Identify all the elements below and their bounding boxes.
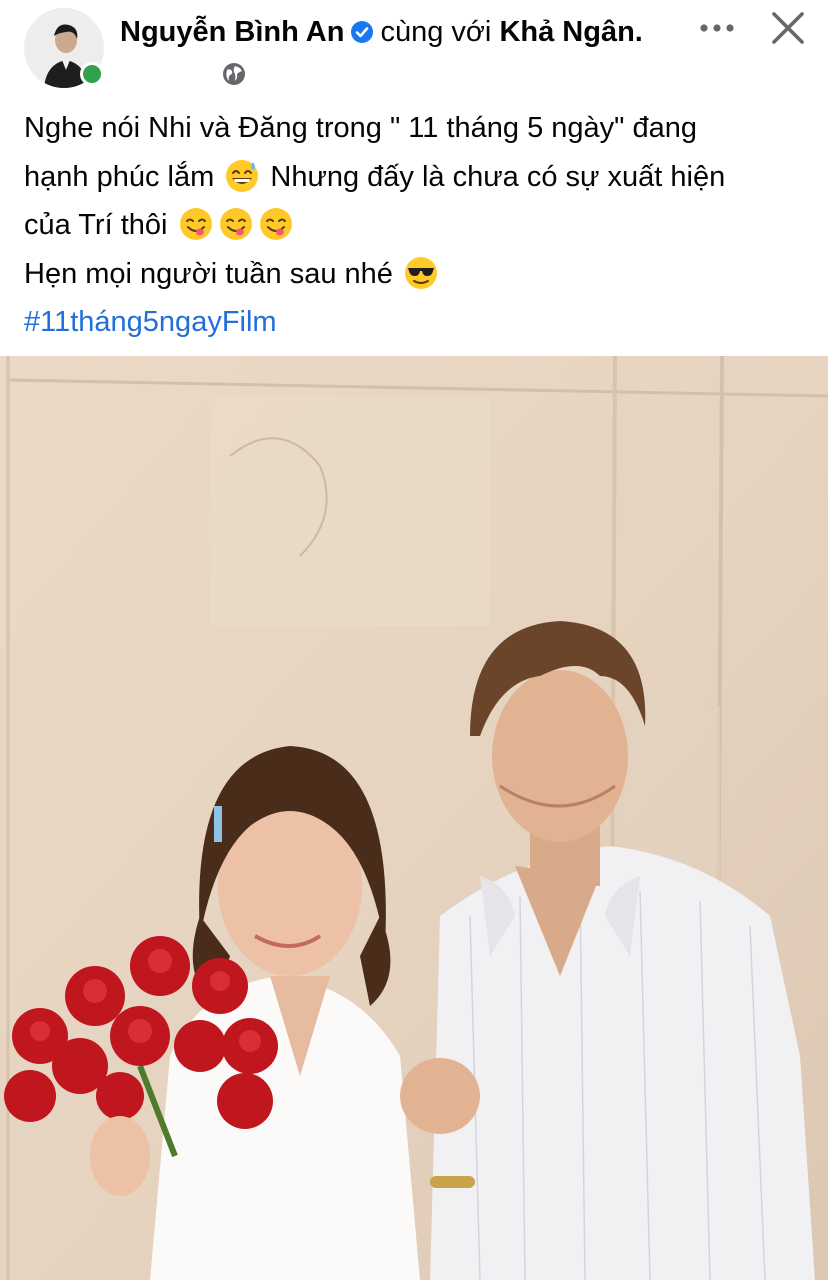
post-line-text: hạnh phúc lắm <box>24 160 215 193</box>
online-status-dot <box>80 62 104 86</box>
post-line-text: Nhưng đấy là chưa có sự xuất hiện <box>270 160 726 193</box>
tagged-person[interactable]: Khả Ngân. <box>499 16 642 48</box>
post-header: Nguyễn Bình An cùng với Khả Ngân. <box>0 0 828 100</box>
post-photo[interactable] <box>0 356 828 1280</box>
savoring-food-emoji <box>259 208 292 240</box>
post-line-text: Hẹn mọi người tuần sau nhé <box>24 257 393 290</box>
post-line-text: của Trí thôi <box>24 209 168 241</box>
hashtag-link[interactable]: #11tháng5ngayFilm <box>24 298 814 347</box>
globe-icon[interactable] <box>222 62 246 86</box>
more-options-icon[interactable] <box>697 18 737 38</box>
sunglasses-emoji <box>405 256 437 289</box>
photo-illustration <box>0 356 828 1280</box>
post-text: Nghe nói Nhi và Đăng trong " 11 tháng 5 … <box>24 104 814 347</box>
post-line: hạnh phúc lắm Nhưng đấy là chưa có sự xu… <box>24 153 814 202</box>
post-line: của Trí thôi <box>24 201 814 250</box>
savoring-food-emoji <box>179 208 212 240</box>
post-line: Hẹn mọi người tuần sau nhé <box>24 250 814 299</box>
savoring-food-emoji <box>219 208 252 240</box>
with-text: cùng với <box>380 16 492 48</box>
close-icon[interactable] <box>768 8 808 48</box>
author-name[interactable]: Nguyễn Bình An <box>120 16 344 48</box>
post-line: Nghe nói Nhi và Đăng trong " 11 tháng 5 … <box>24 112 698 144</box>
hashtag[interactable]: #11tháng5ngayFilm <box>24 306 277 338</box>
grinning-sweat-emoji <box>226 159 259 192</box>
post-author-line: Nguyễn Bình An cùng với Khả Ngân. <box>120 16 643 49</box>
verified-badge-icon <box>351 21 374 43</box>
